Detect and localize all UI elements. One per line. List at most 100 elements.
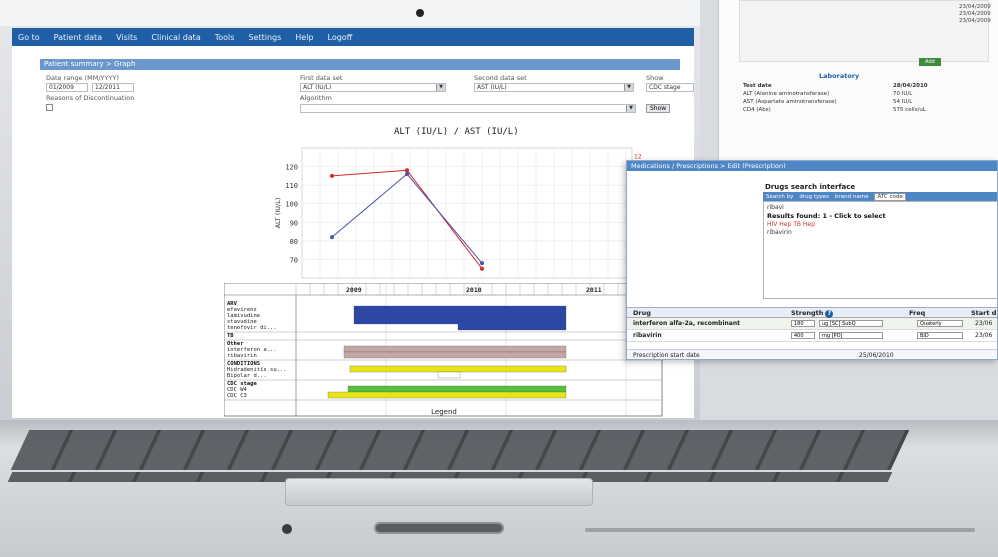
freq-select[interactable]: BID bbox=[917, 332, 963, 339]
date-entry: 23/04/2009 bbox=[959, 11, 991, 17]
timeline-item-label: Bipolar d... bbox=[227, 373, 267, 379]
table-row[interactable]: interferon alfa-2a, recombinant 180 ug [… bbox=[627, 318, 997, 330]
chevron-down-icon: ▼ bbox=[624, 84, 633, 91]
menu-clinical-data[interactable]: Clinical data bbox=[151, 33, 200, 42]
y-tick-label: 100 bbox=[285, 201, 298, 209]
y-tick-label: 80 bbox=[290, 238, 298, 246]
help-icon[interactable]: ? bbox=[825, 310, 834, 318]
y-tick-label: 70 bbox=[290, 256, 298, 264]
show-label: Show bbox=[646, 74, 664, 82]
data-point-ast bbox=[405, 172, 409, 176]
timeline-bar bbox=[347, 385, 567, 393]
lab-header-row: Test date 28/04/2010 bbox=[743, 82, 993, 90]
year-label: 2011 bbox=[586, 286, 602, 294]
lab-header-cell: Test date bbox=[743, 83, 772, 89]
chevron-down-icon: ▼ bbox=[626, 105, 635, 112]
speaker-strip bbox=[585, 528, 975, 532]
timeline-bar bbox=[327, 391, 567, 399]
timeline-item-label: CDC C3 bbox=[227, 393, 247, 399]
show-button[interactable]: Show bbox=[646, 104, 671, 113]
data-point-ast bbox=[330, 235, 334, 240]
add-button[interactable]: Add bbox=[919, 58, 941, 66]
strength-input[interactable]: 400 bbox=[791, 332, 815, 339]
laptop-bezel bbox=[0, 0, 700, 26]
chevron-down-icon: ▼ bbox=[436, 84, 445, 91]
atc-code-select[interactable]: ATC code bbox=[874, 192, 906, 201]
lab-cell: ALT (Alanine aminotransferase) bbox=[743, 91, 830, 97]
drug-search-label: Drugs search interface bbox=[765, 183, 856, 191]
y-tick-label: 90 bbox=[290, 219, 298, 227]
result-item[interactable]: ribavirin bbox=[767, 229, 792, 236]
drug-types-option[interactable]: drug types bbox=[799, 194, 829, 200]
freq-select[interactable]: Quaterly bbox=[917, 320, 963, 327]
main-screen: Go to Patient data Visits Clinical data … bbox=[12, 28, 694, 418]
date-from-input[interactable]: 01/2009 bbox=[46, 83, 88, 92]
keyboard bbox=[10, 430, 910, 470]
start-date: 23/06 bbox=[975, 320, 993, 327]
strength-input[interactable]: 180 bbox=[791, 320, 815, 327]
menu-go-to[interactable]: Go to bbox=[18, 33, 40, 42]
result-item[interactable]: HIV Hep TB Hep bbox=[767, 221, 815, 228]
date-range-label: Date range (MM/YYYY) bbox=[46, 74, 119, 82]
treatment-timeline: 2009 2010 2011ARVefavirenzlamivudinestavud… bbox=[224, 283, 663, 417]
reasons-checkbox[interactable] bbox=[46, 104, 53, 111]
lab-header-cell: 28/04/2010 bbox=[893, 83, 928, 89]
timeline-bar bbox=[353, 317, 567, 325]
legend-label: Legend bbox=[431, 408, 457, 416]
col-strength: Strength? bbox=[791, 309, 834, 318]
unit-select[interactable]: ug [SC] SubQ bbox=[819, 320, 883, 327]
drug-name: interferon alfa-2a, recombinant bbox=[633, 320, 740, 327]
webcam bbox=[416, 9, 424, 17]
reasons-label: Reasons of Discontinuation bbox=[46, 94, 135, 102]
lab-cell: CD4 (Abs) bbox=[743, 107, 771, 113]
start-date: 23/06 bbox=[975, 332, 993, 339]
col-drug: Drug bbox=[633, 309, 651, 317]
lab-cell: 70 IU/L bbox=[893, 91, 913, 97]
col-freq: Freq bbox=[909, 309, 926, 317]
drug-results-box: ribavi Results found: 1 - Click to selec… bbox=[763, 201, 997, 299]
timeline-bar bbox=[343, 351, 567, 359]
date-entry: 23/04/2009 bbox=[959, 4, 991, 10]
trackpad bbox=[285, 478, 593, 506]
timeline-bar bbox=[457, 323, 567, 331]
lab-row: AST (Aspartate aminotransferase) 54 IU/L bbox=[743, 98, 993, 106]
timeline-item-label: ribavirin bbox=[227, 353, 257, 359]
first-data-set-select[interactable]: ALT (IU/L) ▼ bbox=[300, 83, 446, 92]
select-value: ALT (IU/L) bbox=[303, 84, 332, 91]
menu-help[interactable]: Help bbox=[295, 33, 313, 42]
lab-cell: AST (Aspartate aminotransferase) bbox=[743, 99, 837, 105]
timeline-item-label: tenofovir di... bbox=[227, 325, 277, 331]
drug-name: ribavirin bbox=[633, 332, 662, 339]
date-to-input[interactable]: 12/2011 bbox=[92, 83, 134, 92]
prescription-window: Medications / Prescriptions > Edit (Pres… bbox=[626, 160, 998, 360]
data-point-ast bbox=[480, 261, 484, 266]
menu-logoff[interactable]: Logoff bbox=[328, 33, 353, 42]
line-chart: 120110100908070ALT (IU/L)126.00 bbox=[274, 147, 642, 279]
y-tick-label: 120 bbox=[285, 164, 298, 172]
lab-row: CD4 (Abs) 575 cells/uL bbox=[743, 106, 993, 114]
search-query[interactable]: ribavi bbox=[767, 204, 784, 211]
panel-title: Patient summary > Graph bbox=[40, 59, 680, 70]
unit-select[interactable]: mg [PO] bbox=[819, 332, 883, 339]
lab-row: ALT (Alanine aminotransferase) 70 IU/L bbox=[743, 90, 993, 98]
brand-name-option[interactable]: brand name bbox=[835, 194, 868, 200]
date-entry: 23/04/2009 bbox=[959, 18, 991, 24]
second-data-set-select[interactable]: AST (IU/L) ▼ bbox=[474, 83, 634, 92]
menu-visits[interactable]: Visits bbox=[116, 33, 137, 42]
timeline-bar bbox=[349, 365, 567, 373]
lab-cell: 54 IU/L bbox=[893, 99, 913, 105]
table-row[interactable]: ribavirin 400 mg [PO] BID 23/06 bbox=[627, 330, 997, 342]
col-strength-label: Strength bbox=[791, 309, 824, 317]
first-data-set-label: First data set bbox=[300, 74, 343, 82]
menu-settings[interactable]: Settings bbox=[248, 33, 281, 42]
show-select[interactable]: CDC stage bbox=[646, 83, 694, 92]
main-menu: Go to Patient data Visits Clinical data … bbox=[12, 28, 694, 46]
menu-patient-data[interactable]: Patient data bbox=[54, 33, 102, 42]
y-tick-label: 110 bbox=[285, 182, 298, 190]
timeline-section-label: TB bbox=[227, 333, 234, 339]
lab-table: Test date 28/04/2010 ALT (Alanine aminot… bbox=[743, 82, 993, 114]
lab-cell: 575 cells/uL bbox=[893, 107, 926, 113]
results-found-label: Results found: 1 - Click to select bbox=[767, 212, 886, 220]
algorithm-select[interactable]: ▼ bbox=[300, 104, 636, 113]
menu-tools[interactable]: Tools bbox=[215, 33, 235, 42]
